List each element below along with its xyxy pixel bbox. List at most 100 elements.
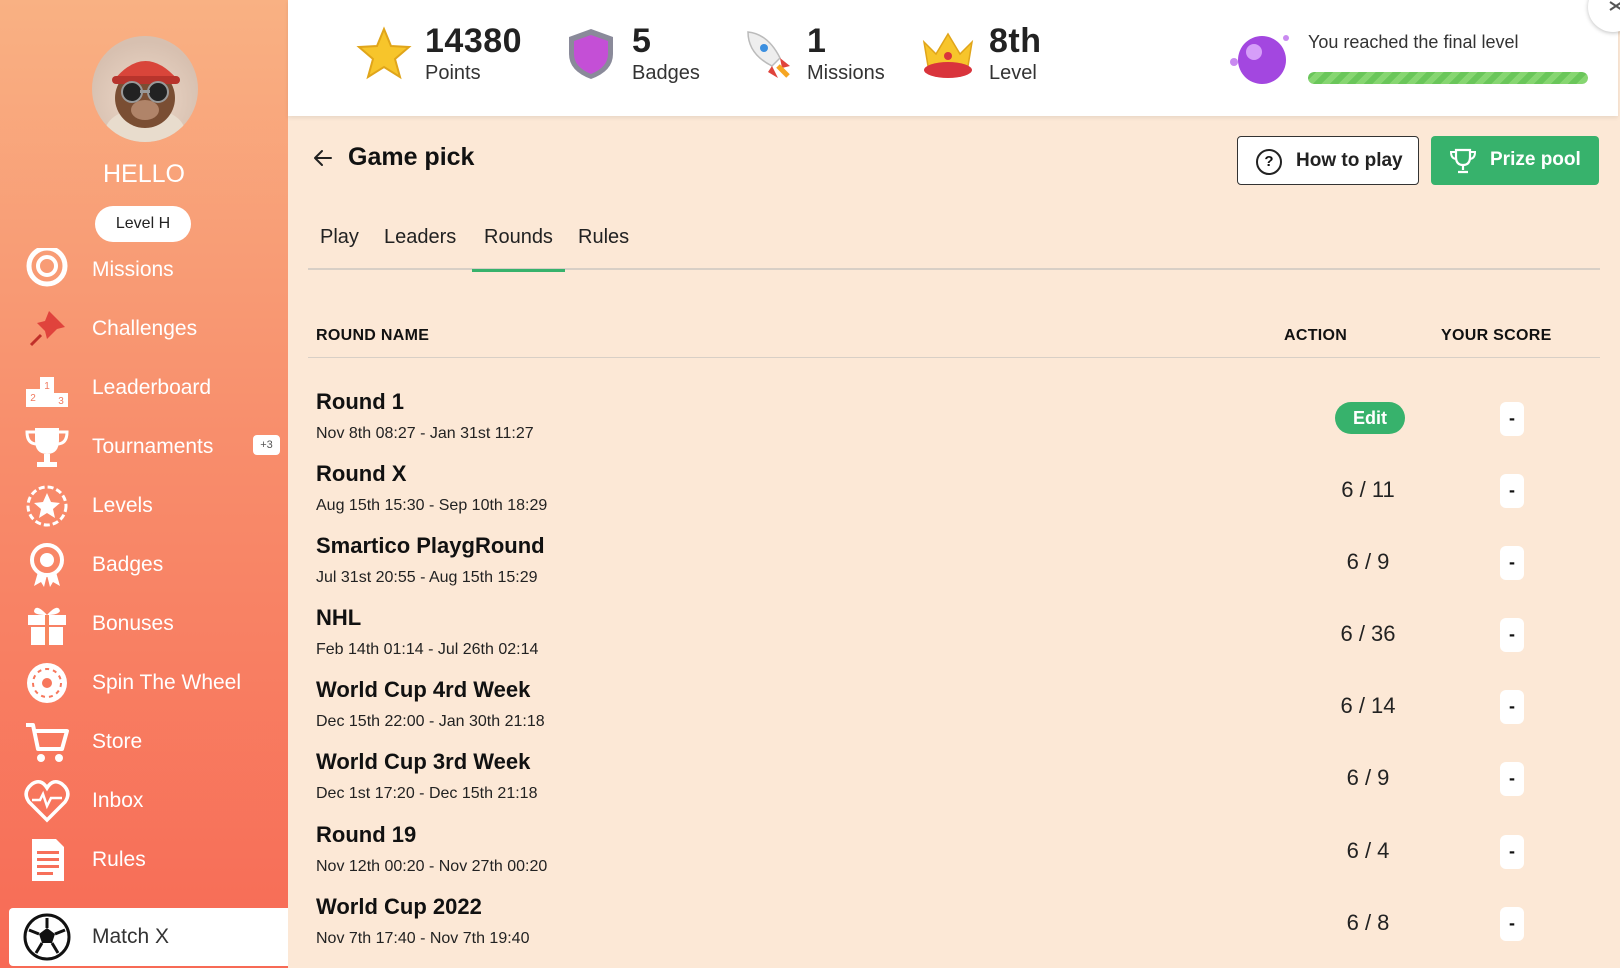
back-button[interactable] [311,146,335,170]
pin-icon [22,304,72,354]
svg-text:1: 1 [44,381,50,392]
table-row[interactable]: Smartico PlaygRound Jul 31st 20:55 - Aug… [308,529,1600,601]
round-dates: Dec 1st 17:20 - Dec 15th 21:18 [316,785,538,802]
table-row[interactable]: NHL Feb 14th 01:14 - Jul 26th 02:14 6 / … [308,601,1600,673]
sidebar-item-label: Badges [92,553,164,576]
score-value: - [1500,618,1524,652]
table-row[interactable]: Round 19 Nov 12th 00:20 - Nov 27th 00:20… [308,818,1600,890]
stats-bar: 14380 Points 5 Badges 1 Missions 8th Lev… [288,0,1618,116]
round-name: Smartico PlaygRound [316,533,545,558]
sidebar-item-label: Challenges [92,317,198,340]
tab-leaders[interactable]: Leaders [384,226,456,270]
rounds-table-header: ROUND NAME ACTION YOUR SCORE [308,320,1600,358]
tab-rules[interactable]: Rules [578,226,629,270]
greeting: HELLO [103,160,185,188]
action-value: 6 / 4 [1346,838,1390,863]
level-progress-bar [1308,72,1588,84]
gem-icon [1226,28,1294,90]
table-row[interactable]: World Cup 3rd Week Dec 1st 17:20 - Dec 1… [308,745,1600,817]
level-pill: Level H [95,206,191,242]
tab-bar: Play Leaders Rounds Rules [308,216,1600,272]
rocket-icon [738,26,794,82]
soccer-ball-icon [22,912,72,962]
score-value: - [1500,546,1524,580]
round-name: World Cup 4rd Week [316,677,531,702]
sidebar-item-tournaments[interactable]: Tournaments +3 [0,418,288,476]
heart-pulse-icon [22,776,72,826]
medal-icon [22,540,72,590]
sidebar-item-rules[interactable]: Rules [0,831,288,889]
column-action: ACTION [1284,327,1348,344]
sidebar-item-challenges[interactable]: Challenges [0,300,288,358]
sidebar-item-levels[interactable]: Levels [0,477,288,535]
round-dates: Jul 31st 20:55 - Aug 15th 15:29 [316,569,538,586]
sidebar-item-spin-the-wheel[interactable]: Spin The Wheel [0,654,288,712]
tab-rounds[interactable]: Rounds [472,226,565,272]
sidebar-item-label: Store [92,730,143,753]
badges-label: Badges [632,62,700,84]
podium-icon: 12 3 [22,363,72,413]
table-row[interactable]: Round X Aug 15th 15:30 - Sep 10th 18:29 … [308,457,1600,529]
level-value: 8th [989,22,1042,60]
close-button[interactable] [1588,0,1620,32]
action-value: 6 / 11 [1341,477,1395,502]
score-value: - [1500,762,1524,796]
score-value: - [1500,474,1524,508]
tournaments-count-badge: +3 [253,435,280,455]
sidebar-item-leaderboard[interactable]: 12 3 Leaderboard [0,359,288,417]
sidebar-item-inbox[interactable]: Inbox [0,772,288,830]
round-dates: Nov 7th 17:40 - Nov 7th 19:40 [316,930,530,947]
tab-play[interactable]: Play [320,226,359,270]
star-badge-icon [22,481,72,531]
sidebar-item-label: Inbox [92,789,144,812]
final-level-text: You reached the final level [1308,32,1519,52]
column-round-name: ROUND NAME [316,327,430,344]
table-row[interactable]: Round 1 Nov 8th 08:27 - Jan 31st 11:27 E… [308,385,1600,457]
avatar[interactable] [92,36,198,142]
column-your-score: YOUR SCORE [1441,327,1552,344]
sidebar-item-label: Missions [92,258,174,281]
table-row[interactable]: World Cup 2022 Nov 7th 17:40 - Nov 7th 1… [308,890,1600,962]
action-value: 6 / 9 [1346,549,1390,574]
missions-label: Missions [807,62,885,84]
sidebar: HELLO Level H Missions Challenges 12 3 Le… [0,0,288,968]
sidebar-item-label: Rules [92,848,146,871]
sidebar-item-label: Leaderboard [92,376,212,399]
round-dates: Nov 8th 08:27 - Jan 31st 11:27 [316,425,534,442]
sidebar-item-badges[interactable]: Badges [0,536,288,594]
level-progress-fill [1308,72,1588,84]
sidebar-item-label: Bonuses [92,612,174,635]
action-value: 6 / 36 [1340,621,1396,646]
round-name: Round 1 [316,389,404,414]
sidebar-item-label: Spin The Wheel [92,671,242,694]
question-icon: ? [1256,149,1282,175]
action-value: 6 / 8 [1346,910,1390,935]
sidebar-item-match-x[interactable]: Match X [9,908,288,966]
sidebar-item-missions[interactable]: Missions [0,241,288,299]
svg-text:2: 2 [30,393,36,404]
trophy-icon [1449,147,1477,175]
round-name: NHL [316,605,362,630]
badges-value: 5 [632,22,652,60]
score-value: - [1500,690,1524,724]
prize-pool-button[interactable]: Prize pool [1431,136,1599,185]
sidebar-item-bonuses[interactable]: Bonuses [0,595,288,653]
round-dates: Aug 15th 15:30 - Sep 10th 18:29 [316,497,548,514]
table-row[interactable]: World Cup 4rd Week Dec 15th 22:00 - Jan … [308,673,1600,745]
sidebar-item-store[interactable]: Store [0,713,288,771]
wheel-icon [22,658,72,708]
level-label: Level [989,62,1037,84]
missions-value: 1 [807,22,827,60]
page-title: Game pick [348,143,475,171]
gift-icon [22,599,72,649]
svg-text:3: 3 [58,396,64,407]
points-label: Points [425,62,481,84]
sidebar-item-label: Levels [92,494,153,517]
round-dates: Dec 15th 22:00 - Jan 30th 21:18 [316,713,545,730]
how-to-play-button[interactable]: ? How to play [1237,136,1419,185]
shield-icon [563,26,619,82]
sidebar-item-label: Tournaments [92,435,214,458]
score-value: - [1500,907,1524,941]
edit-button[interactable]: Edit [1335,402,1405,434]
round-name: Round X [316,461,407,486]
